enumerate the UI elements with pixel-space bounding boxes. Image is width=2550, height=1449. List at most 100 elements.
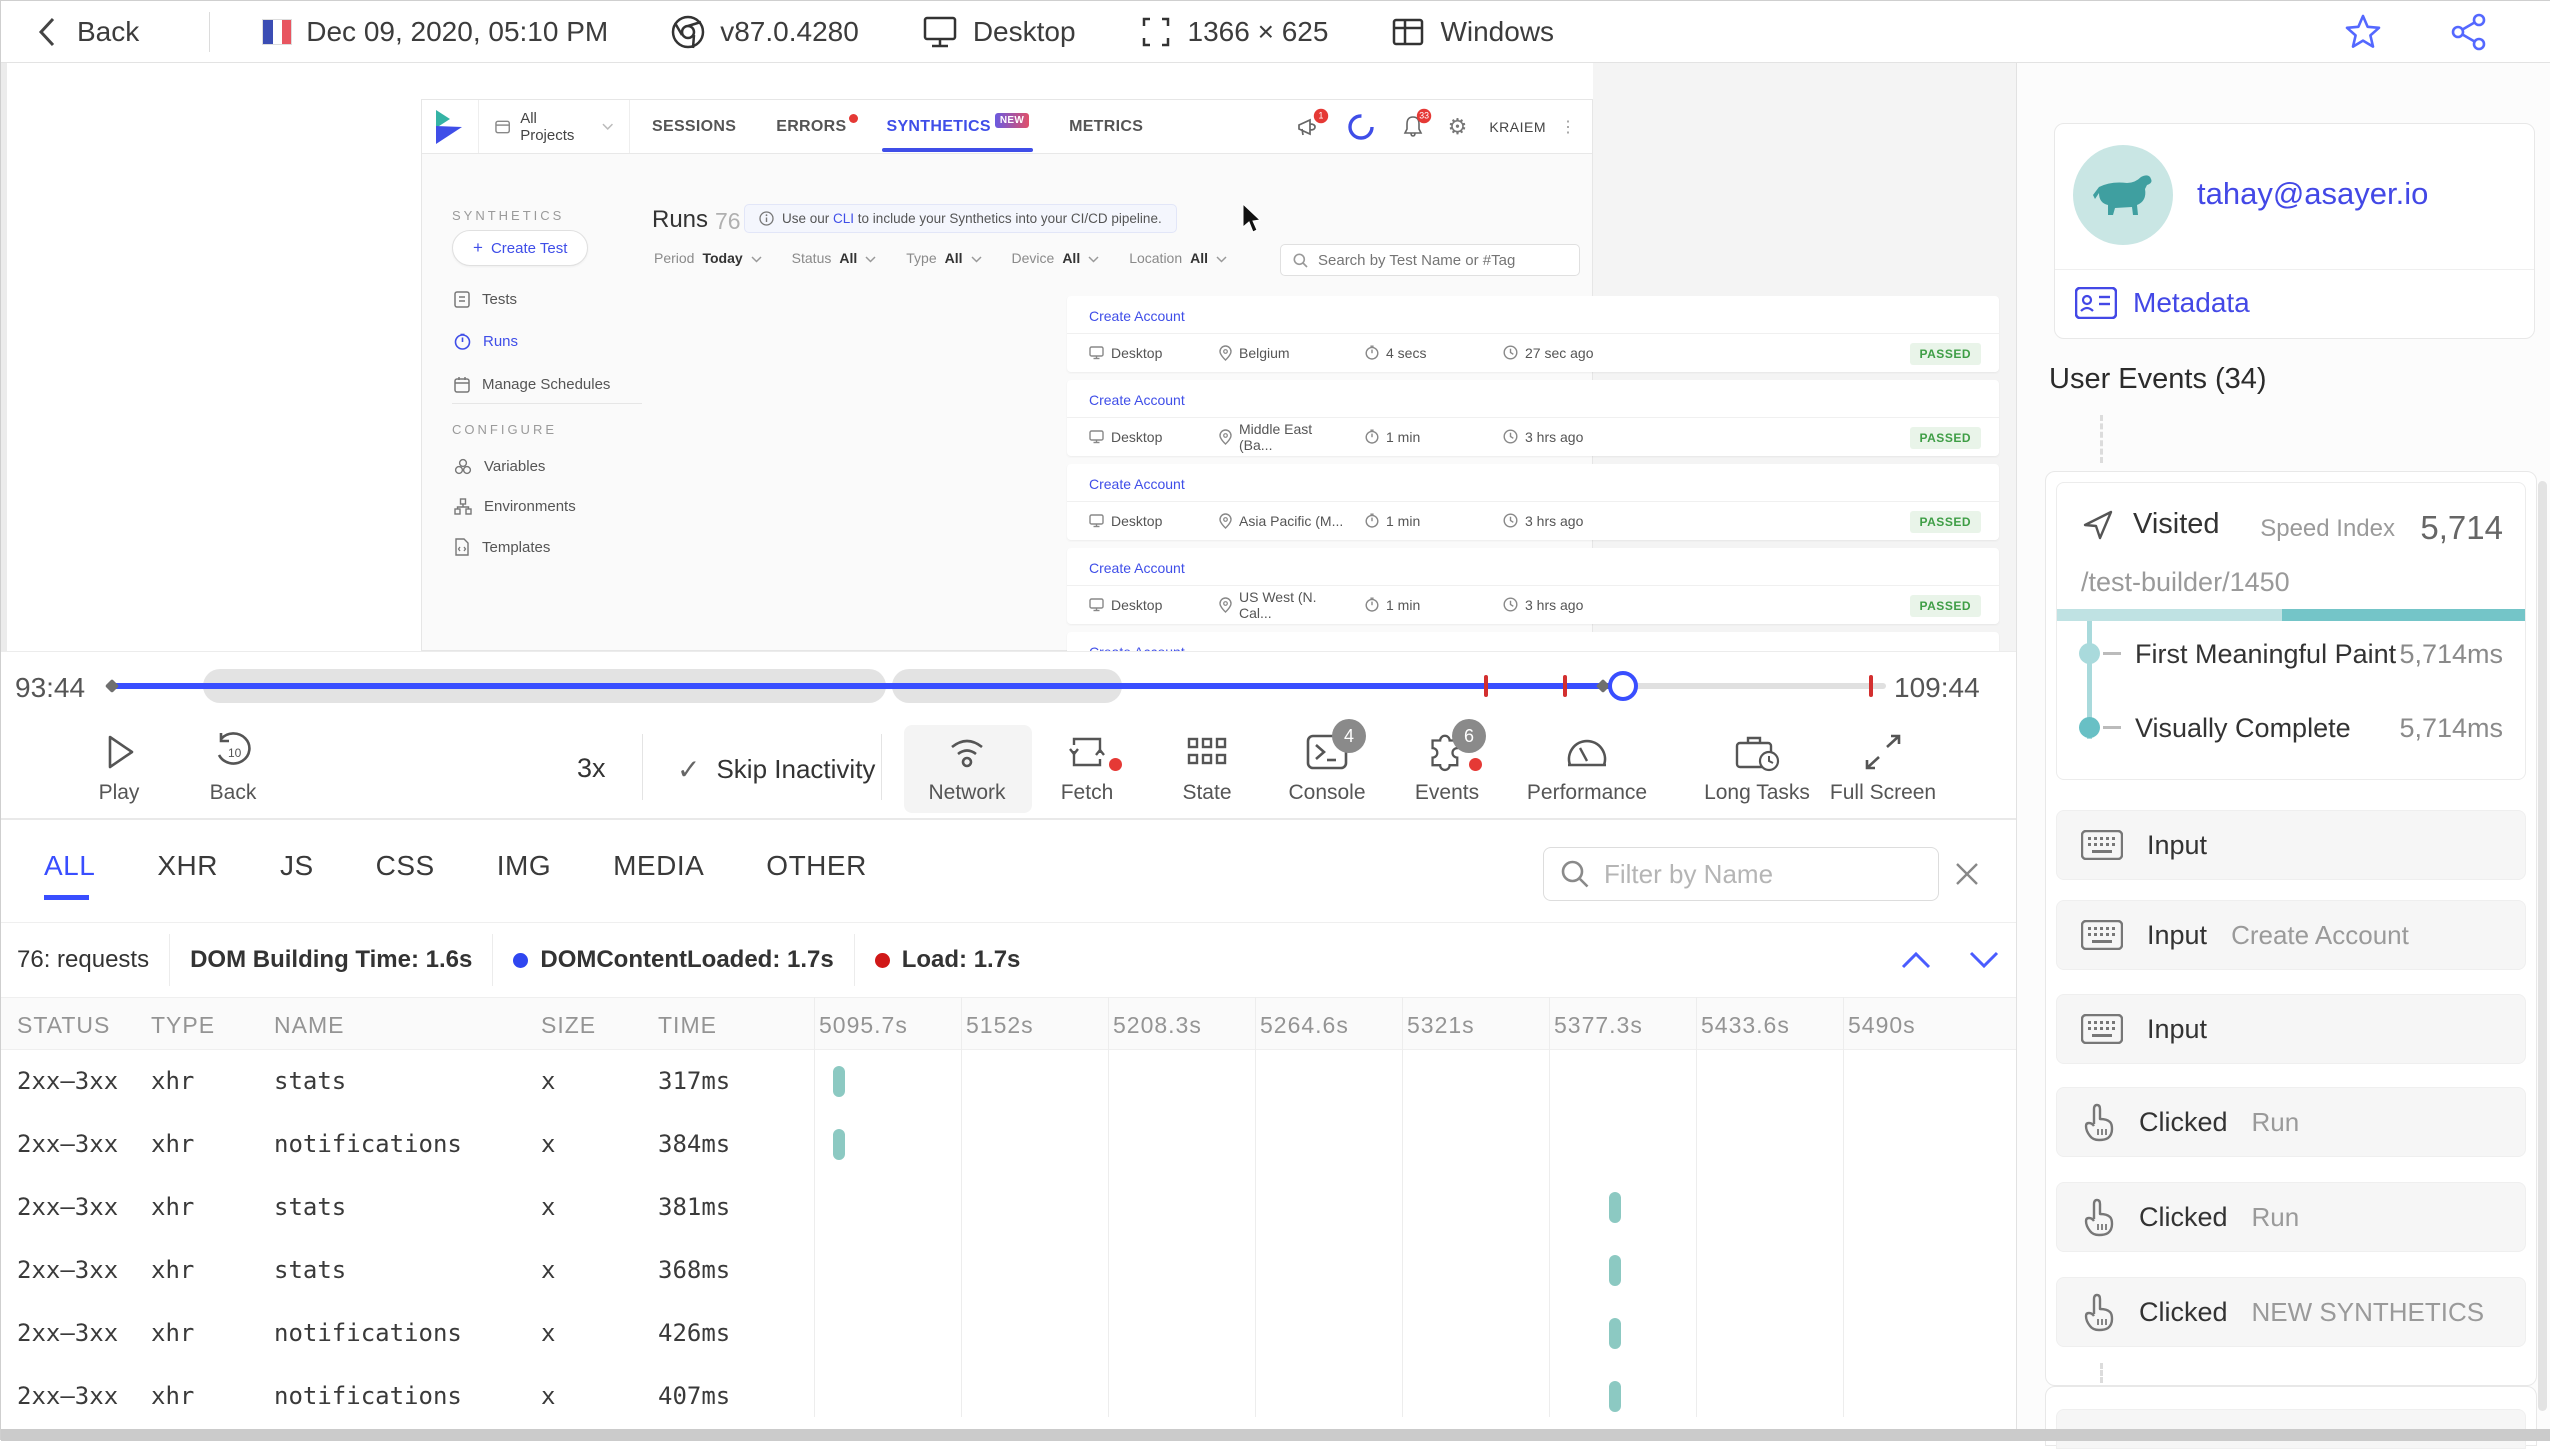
tab-metrics[interactable]: METRICS xyxy=(1069,118,1143,136)
error-marker[interactable] xyxy=(1563,675,1567,697)
clicked-event-item[interactable]: ClickedRun xyxy=(2056,1087,2526,1157)
panel-button-fetch[interactable]: Fetch xyxy=(1027,731,1147,805)
error-marker[interactable] xyxy=(1869,675,1873,697)
filter-location[interactable]: LocationAll xyxy=(1129,250,1227,266)
network-tab-css[interactable]: CSS xyxy=(376,850,435,882)
run-meta-row: DesktopAsia Pacific (M...1 min3 hrs ago xyxy=(1089,501,1977,540)
cell-size: x xyxy=(541,1193,555,1221)
load-time: Load: 1.7s xyxy=(902,946,1021,974)
tab-synthetics[interactable]: SYNTHETICSNEW xyxy=(886,118,1029,136)
request-row[interactable]: 2xx–3xxxhrstatsx381ms xyxy=(1,1176,2041,1239)
run-test-name[interactable]: Create Account xyxy=(1089,476,1185,492)
sidebar-item-variables[interactable]: Variables xyxy=(454,458,545,475)
request-row[interactable]: 2xx–3xxxhrstatsx317ms xyxy=(1,1050,2041,1113)
run-card[interactable]: Create AccountDesktopMiddle East (Ba...1… xyxy=(1067,380,1999,456)
skip-inactivity-toggle[interactable]: ✓ Skip Inactivity xyxy=(677,753,875,786)
jump-down-icon[interactable] xyxy=(1967,949,2001,971)
metadata-button[interactable]: Metadata xyxy=(2075,287,2250,319)
metric-label: Visually Complete xyxy=(2135,713,2351,744)
sidebar-scrollbar[interactable] xyxy=(2538,481,2547,1411)
user-menu[interactable]: KRAIEM xyxy=(1489,119,1546,135)
run-test-name[interactable]: Create Account xyxy=(1089,308,1185,324)
horizontal-scrollbar[interactable] xyxy=(1,1429,2550,1441)
network-tab-other[interactable]: OTHER xyxy=(766,850,867,882)
back-button[interactable]: Back xyxy=(35,15,139,49)
play-button[interactable]: Play xyxy=(59,731,179,805)
info-icon xyxy=(759,211,774,226)
sidebar-item-manage-schedules[interactable]: Manage Schedules xyxy=(454,376,610,393)
run-card[interactable]: Create Account DesktopUS West (N. Cal...1… xyxy=(1067,548,1999,624)
panel-button-long-tasks[interactable]: Long Tasks xyxy=(1697,731,1817,805)
run-test-name[interactable]: Create Account xyxy=(1089,392,1185,408)
panel-button-performance[interactable]: Performance xyxy=(1527,731,1647,805)
create-test-button[interactable]: + Create Test xyxy=(452,230,588,266)
run-cell-text: 3 hrs ago xyxy=(1525,513,1583,529)
event-marker[interactable] xyxy=(105,679,119,693)
network-tab-media[interactable]: MEDIA xyxy=(613,850,704,882)
filter-status[interactable]: StatusAll xyxy=(792,250,877,266)
speed-toggle[interactable]: 3x xyxy=(577,753,606,784)
run-meta-row: DesktopUS West (N. Cal...1 min3 hrs ago xyxy=(1089,585,1977,624)
player-timeline[interactable]: 93:44 109:44 xyxy=(1,651,2041,719)
filter-period[interactable]: PeriodToday xyxy=(654,250,762,266)
sidebar-item-tests[interactable]: Tests xyxy=(454,290,517,308)
request-row[interactable]: 2xx–3xxxhrnotificationsx426ms xyxy=(1,1302,2041,1365)
run-card[interactable]: Create AccountDesktopCanada (Central)1 m… xyxy=(1067,632,1999,651)
filter-value: All xyxy=(1062,250,1080,266)
filter-device[interactable]: DeviceAll xyxy=(1012,250,1100,266)
clicked-event-item[interactable]: ClickedNEW SYNTHETICS xyxy=(2056,1277,2526,1347)
kebab-menu-icon[interactable]: ⋮ xyxy=(1560,117,1576,137)
run-card[interactable]: Create Account DesktopAsia Pacific (M...1… xyxy=(1067,464,1999,540)
tab-sessions[interactable]: SESSIONS xyxy=(652,118,736,136)
share-icon[interactable] xyxy=(2449,12,2489,52)
announcements-icon[interactable]: 1 xyxy=(1296,115,1320,139)
panel-button-console[interactable]: 4Console xyxy=(1267,731,1387,805)
input-event-item[interactable]: Input xyxy=(2056,994,2526,1064)
cli-link[interactable]: CLI xyxy=(833,211,854,226)
close-panel-icon[interactable] xyxy=(1953,860,1981,888)
jump-up-icon[interactable] xyxy=(1899,949,1933,971)
filter-box[interactable] xyxy=(1543,847,1939,901)
test-search-box[interactable] xyxy=(1280,244,1580,276)
panel-button-full-screen[interactable]: Full Screen xyxy=(1823,731,1943,805)
bell-icon[interactable]: 33 xyxy=(1402,115,1424,139)
speed-index-value: 5,714 xyxy=(2420,509,2503,547)
test-search-input[interactable] xyxy=(1318,252,1558,269)
visited-event-card[interactable]: Visited Speed Index 5,714 /test-builder/… xyxy=(2056,482,2526,780)
user-email[interactable]: tahay@asayer.io xyxy=(2197,176,2428,212)
favorite-star-icon[interactable] xyxy=(2343,12,2383,52)
wifi-icon xyxy=(944,731,990,773)
back-10s-button[interactable]: 10 Back xyxy=(173,731,293,805)
tab-errors[interactable]: ERRORS xyxy=(776,118,846,136)
run-test-name[interactable]: Create Account xyxy=(1089,644,1185,651)
error-marker[interactable] xyxy=(1484,675,1488,697)
sidebar-item-templates[interactable]: Templates xyxy=(454,538,550,556)
input-event-item[interactable]: Input xyxy=(2056,810,2526,880)
panel-button-events[interactable]: 6Events xyxy=(1387,731,1507,805)
metric-value: 5,714ms xyxy=(2399,639,2503,670)
clicked-event-item[interactable]: ClickedRun xyxy=(2056,1182,2526,1252)
project-selector[interactable]: All Projects xyxy=(478,100,630,153)
panel-button-network[interactable]: Network xyxy=(907,731,1027,805)
filter-type[interactable]: TypeAll xyxy=(906,250,981,266)
filter-input[interactable] xyxy=(1604,859,1884,890)
request-row[interactable]: 2xx–3xxxhrnotificationsx407ms xyxy=(1,1365,2041,1428)
panel-button-state[interactable]: State xyxy=(1147,731,1267,805)
run-test-name[interactable]: Create Account xyxy=(1089,560,1185,576)
run-cell: US West (N. Cal... xyxy=(1219,589,1347,621)
playhead[interactable] xyxy=(1608,671,1638,701)
network-tab-all[interactable]: ALL xyxy=(44,850,95,882)
request-row[interactable]: 2xx–3xxxhrstatsx368ms xyxy=(1,1239,2041,1302)
sidebar-item-environments[interactable]: Environments xyxy=(454,498,576,515)
sidebar-item-runs[interactable]: Runs xyxy=(454,333,518,350)
network-tab-js[interactable]: JS xyxy=(280,850,314,882)
request-row[interactable]: 2xx–3xxxhrnotificationsx384ms xyxy=(1,1113,2041,1176)
network-tab-xhr[interactable]: XHR xyxy=(157,850,218,882)
speed-index-label: Speed Index xyxy=(2260,515,2395,543)
cell-type: xhr xyxy=(151,1319,194,1347)
input-event-item[interactable]: InputCreate Account xyxy=(2056,900,2526,970)
run-card[interactable]: Create AccountDesktopBelgium4 secs27 sec… xyxy=(1067,296,1999,372)
count-badge: 4 xyxy=(1332,719,1366,753)
network-tab-img[interactable]: IMG xyxy=(497,850,551,882)
gear-icon[interactable]: ⚙ xyxy=(1448,114,1468,140)
